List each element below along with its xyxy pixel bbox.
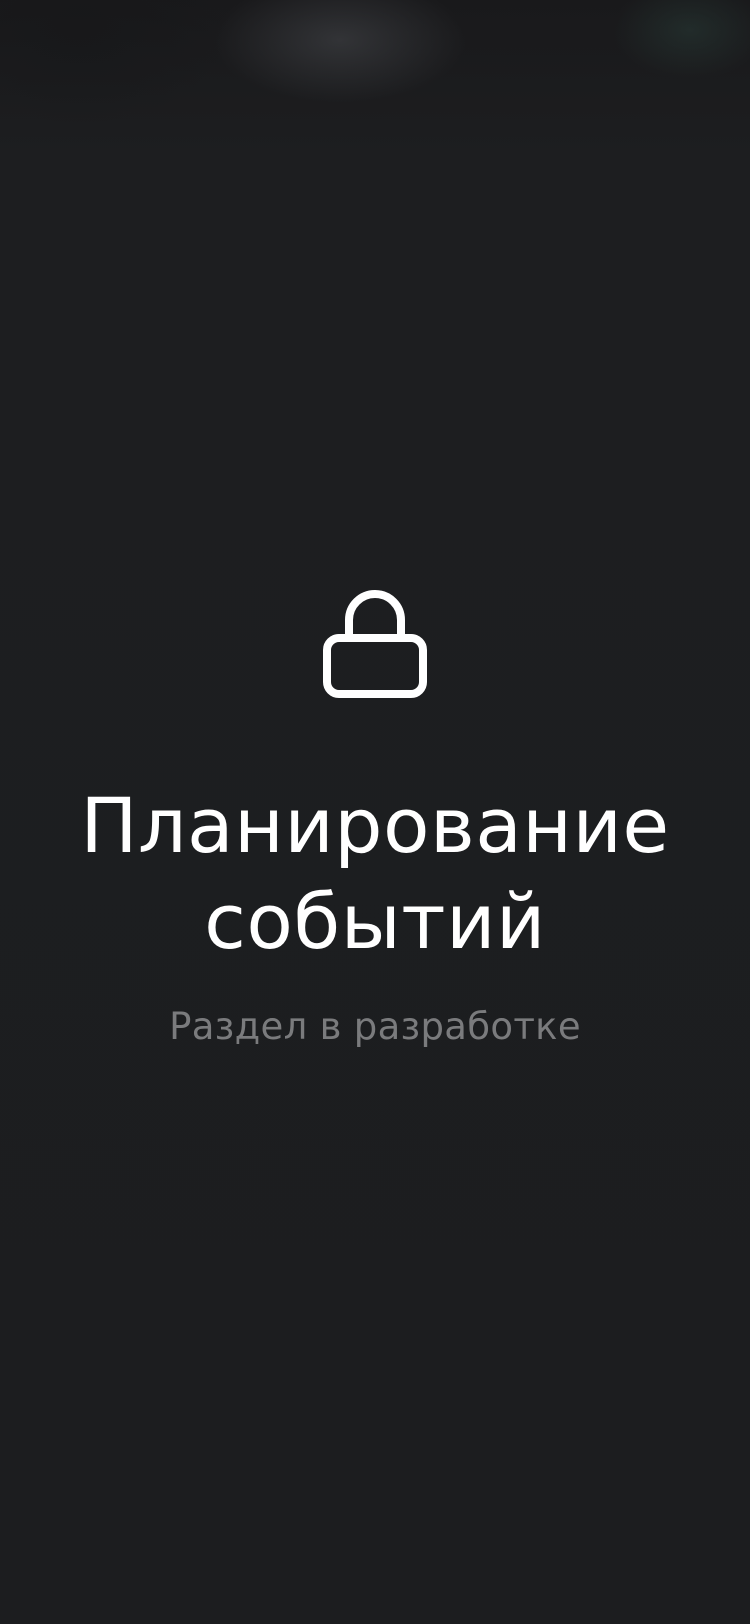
page-title: Планирование событий xyxy=(80,781,670,966)
lock-icon xyxy=(323,590,427,698)
status-text: Раздел в разработке xyxy=(169,1005,581,1048)
locked-section-placeholder: Планирование событий Раздел в разработке xyxy=(0,582,750,1050)
